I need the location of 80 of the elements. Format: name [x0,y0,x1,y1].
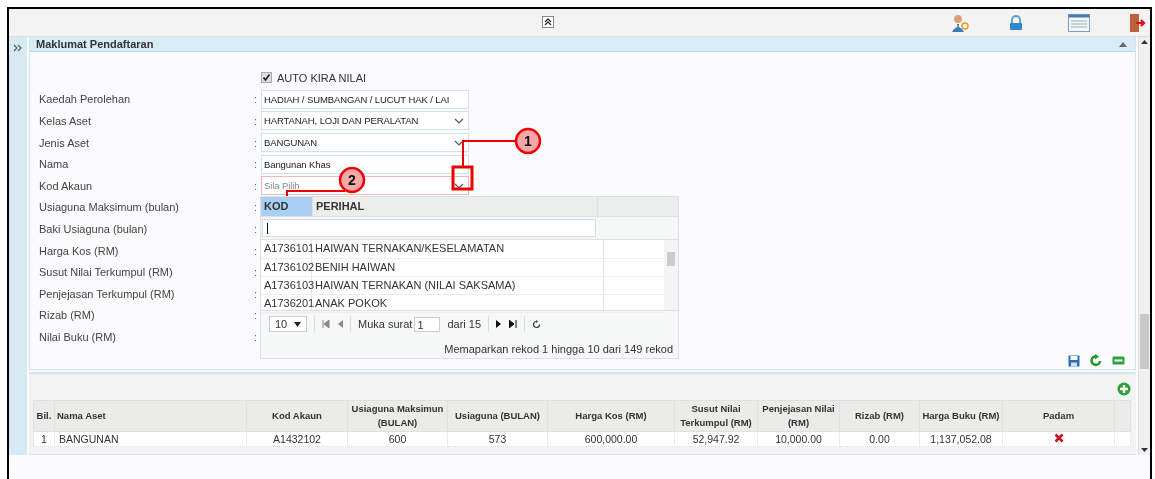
field-label: Nama [39,158,69,171]
column-header[interactable]: PERIHAL [312,197,597,217]
next-page-icon[interactable] [496,320,503,329]
column-header: Nama Aset [54,400,247,432]
save-icon[interactable] [1068,354,1080,367]
column-header: Padam [1002,400,1115,432]
colon-separator: : [254,287,258,300]
colon-separator: : [254,136,258,149]
chevron-down-icon[interactable] [454,118,464,125]
field-label: Susut Nilai Terkumpul (RM) [39,266,173,279]
column-header: Usiaguna Maksimun (BULAN) [347,400,448,432]
page-number-field[interactable]: 1 [414,316,441,332]
colon-separator: : [254,222,258,235]
page-size-select[interactable]: 10 [269,316,307,333]
last-page-icon[interactable] [509,320,518,329]
colon-separator: : [254,309,258,322]
table-cell[interactable]: HAIWAN TERNAKAN/KESELAMATAN [312,240,604,258]
table-cell[interactable]: ANAK POKOK [312,295,604,313]
field-label: Nilai Buku (RM) [39,330,116,343]
column-header: Rizab (RM) [839,400,920,432]
caret-down-icon[interactable] [294,321,301,327]
colon-separator: : [254,93,258,106]
colon-separator: : [254,115,258,127]
add-icon[interactable] [1117,382,1131,397]
field-label: Kod Akaun [39,179,93,192]
colon-separator: : [254,201,258,214]
lock-icon[interactable] [1008,14,1024,31]
expand-sidebar-icon[interactable] [13,43,23,53]
page-label: Muka surat [358,318,413,331]
text-field[interactable]: Bangunan Khas [261,154,469,174]
filter-field[interactable] [262,219,596,238]
field-label: Rizab (RM) [39,309,95,322]
list-icon[interactable] [1068,13,1090,32]
delete-icon[interactable] [1053,433,1064,444]
first-page-icon[interactable] [322,320,330,329]
checkbox-label: AUTO KIRA NILAI [277,71,367,84]
scrollbar[interactable] [1138,37,1150,455]
field-label: Baki Usiaguna (bulan) [39,222,148,235]
chevron-down-icon[interactable] [454,183,464,190]
refresh-icon[interactable] [532,319,542,329]
colon-separator: : [254,266,258,279]
scroll-down-icon[interactable] [1141,448,1148,452]
chevron-down-icon[interactable] [454,140,464,147]
column-header: Kod Akaun [246,400,348,432]
table-cell[interactable]: A1736201 [261,295,312,313]
user-key-icon[interactable] [950,12,970,33]
colon-separator: : [254,179,258,192]
exit-door-icon[interactable] [1128,12,1146,33]
field-label: Jenis Aset [39,136,90,149]
column-header[interactable]: KOD [261,197,312,217]
collapse-up-icon[interactable] [542,16,554,28]
scrollbar-thumb[interactable] [1140,314,1149,369]
column-header: Harga Kos (RM) [547,400,675,432]
panel-title: Maklumat Pendaftaran [36,38,154,50]
colon-separator: : [254,330,258,343]
scroll-up-icon[interactable] [1141,40,1148,44]
column-header: Bil. [33,400,55,432]
table-cell[interactable]: A1736101 [261,240,312,258]
dropdown-field[interactable]: BANGUNAN [261,133,469,153]
table-cell[interactable]: A1736103 [261,276,312,295]
collapse-panel-icon[interactable] [1119,41,1127,47]
pager-summary: Memaparkan rekod 1 hingga 10 dari 149 rekod [444,343,673,356]
table-cell[interactable]: A1736102 [261,258,312,276]
field-label: Harga Kos (RM) [39,244,119,257]
column-header: Susut Nilai Terkumpul (RM) [674,400,758,432]
field-label: Kaedah Perolehan [39,93,131,106]
checkbox[interactable] [261,72,272,84]
field-label: Kelas Aset [39,115,91,127]
field-label: Penjejasan Terkumpul (RM) [39,287,175,300]
page-total: dari 15 [447,318,482,331]
colon-separator: : [254,244,258,257]
field-label: Usiaguna Maksimum (bulan) [39,201,179,214]
text-field[interactable]: HADIAH / SUMBANGAN / LUCUT HAK / LAI [261,89,469,109]
column-header: Penjejasan Nilai (RM) [757,400,840,432]
column-header: Harga Buku (RM) [919,400,1003,432]
minus-icon[interactable] [1112,356,1125,365]
colon-separator: : [254,158,258,171]
previous-page-icon[interactable] [337,320,343,329]
dropdown-field[interactable]: HARTANAH, LOJI DAN PERALATAN [261,111,469,131]
column-header: Usiaguna (BULAN) [447,400,548,432]
